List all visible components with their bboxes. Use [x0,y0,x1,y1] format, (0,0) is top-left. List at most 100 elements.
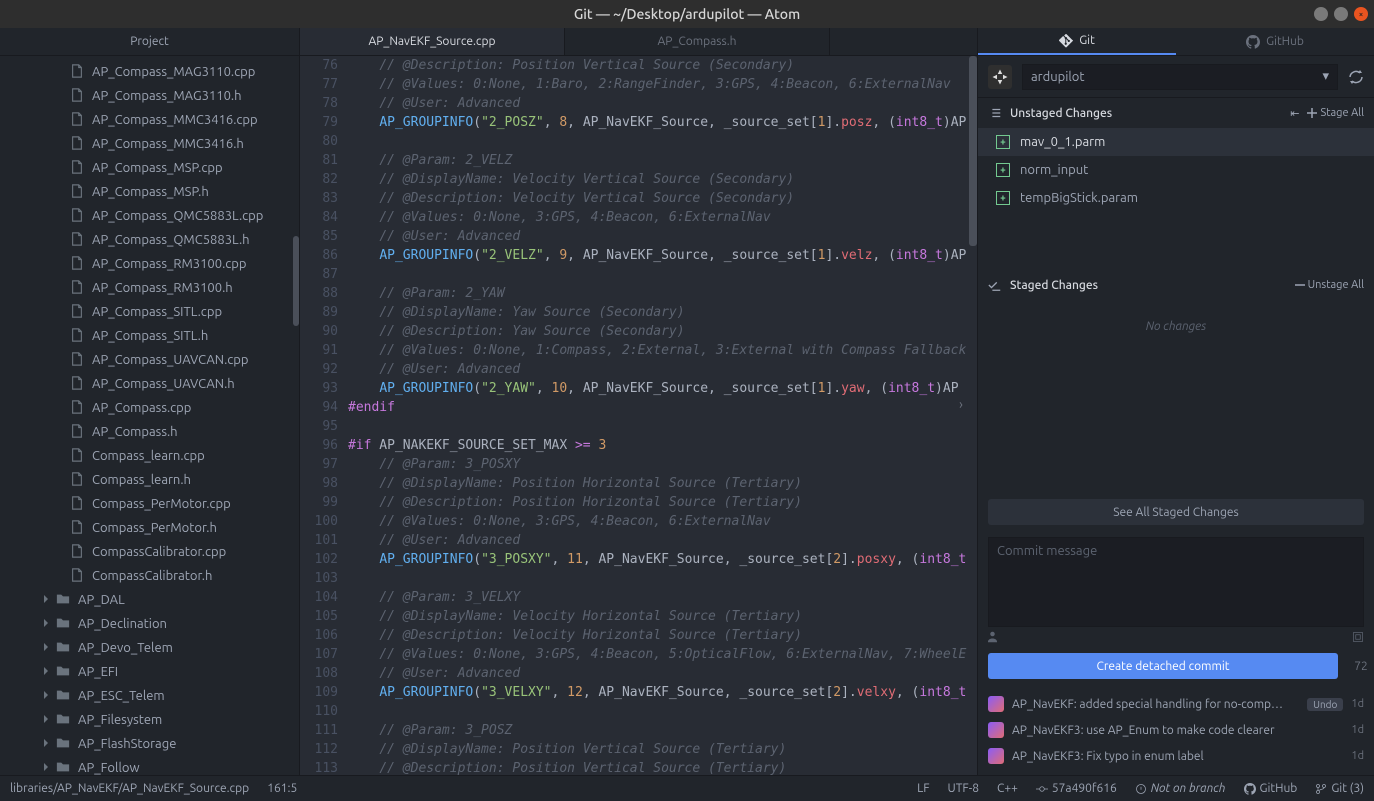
sb-branch[interactable]: Not on branch [1135,782,1226,795]
tree-file[interactable]: AP_Compass_UAVCAN.h [0,372,299,396]
recent-commit[interactable]: AP_NavEKF: added special handling for no… [978,691,1374,717]
file-icon [70,256,86,272]
folder-icon [56,736,72,752]
recent-commit[interactable]: AP_NavEKF3: use AP_Enum to make code cle… [978,717,1374,743]
collapse-icon[interactable]: ⇤ [1290,107,1299,120]
tree-folder[interactable]: AP_Devo_Telem [0,636,299,660]
unstaged-file[interactable]: +norm_input [978,156,1374,184]
create-commit-button[interactable]: Create detached commit [988,653,1338,679]
see-all-staged-button[interactable]: See All Staged Changes [988,499,1364,525]
tree-file[interactable]: Compass_PerMotor.cpp [0,492,299,516]
sb-eol[interactable]: LF [917,782,929,795]
tree-file[interactable]: AP_Compass_MAG3110.cpp [0,60,299,84]
no-changes-label: No changes [978,300,1374,493]
editor-scrollbar[interactable] [969,56,977,246]
sb-git[interactable]: Git (3) [1315,782,1364,795]
tree-file[interactable]: AP_Compass_MSP.h [0,180,299,204]
close-icon[interactable]: × [1354,7,1368,21]
minimize-icon[interactable] [1314,7,1328,21]
code[interactable]: // @Description: Position Vertical Sourc… [348,56,977,775]
recent-commits: AP_NavEKF: added special handling for no… [978,691,1374,769]
file-icon [70,568,86,584]
tree-file[interactable]: AP_Compass_UAVCAN.cpp [0,348,299,372]
unstaged-file[interactable]: +tempBigStick.param [978,184,1374,212]
chevron-down-icon: ▾ [1322,69,1329,84]
git-tabs: Git GitHub [978,28,1374,56]
commit-message-input[interactable]: Commit message [988,537,1364,627]
tree-file[interactable]: AP_Compass_MAG3110.h [0,84,299,108]
file-icon [70,280,86,296]
sb-encoding[interactable]: UTF-8 [948,782,979,795]
sb-cursor[interactable]: 161:5 [267,782,297,795]
tree-file[interactable]: Compass_PerMotor.h [0,516,299,540]
editor-pane: AP_NavEKF_Source.cppAP_Compass.h 76 77 7… [300,28,977,775]
tree-scrollbar[interactable] [293,236,299,326]
github-icon [1244,783,1256,795]
chevron-right-icon [42,715,52,725]
unstaged-file[interactable]: +mav_0_1.parm [978,128,1374,156]
tree-file[interactable]: CompassCalibrator.cpp [0,540,299,564]
tree-file[interactable]: Compass_learn.cpp [0,444,299,468]
sb-path[interactable]: libraries/AP_NavEKF/AP_NavEKF_Source.cpp [10,782,249,795]
tree-file[interactable]: AP_Compass.h [0,420,299,444]
tree-file[interactable]: AP_Compass_RM3100.h [0,276,299,300]
tree-folder[interactable]: AP_EFI [0,660,299,684]
tree-file[interactable]: Compass_learn.h [0,468,299,492]
tree-file[interactable]: AP_Compass_QMC5883L.h [0,228,299,252]
statusbar: libraries/AP_NavEKF/AP_NavEKF_Source.cpp… [0,775,1374,801]
tree-file[interactable]: AP_Compass_QMC5883L.cpp [0,204,299,228]
folder-icon [56,688,72,704]
tree-folder[interactable]: AP_FlashStorage [0,732,299,756]
tree-file[interactable]: AP_Compass_MMC3416.h [0,132,299,156]
chevron-right-icon [42,643,52,653]
code-area[interactable]: 76 77 78 79 80 81 82 83 84 85 86 87 88 8… [300,56,977,775]
file-icon [70,208,86,224]
tree-folder[interactable]: AP_Follow [0,756,299,775]
tab-git[interactable]: Git [978,28,1176,55]
git-icon [1315,783,1327,795]
maximize-icon[interactable] [1334,7,1348,21]
tree-folder[interactable]: AP_Filesystem [0,708,299,732]
github-icon [1246,35,1260,49]
stage-all-button[interactable]: Stage All [1307,107,1364,119]
tree-folder[interactable]: AP_ESC_Telem [0,684,299,708]
sb-commit[interactable]: 57a490f616 [1036,782,1117,795]
tree-file[interactable]: AP_Compass.cpp [0,396,299,420]
coauthor-icon[interactable] [988,631,1000,643]
tree-file[interactable]: AP_Compass_MMC3416.cpp [0,108,299,132]
folder-icon [56,760,72,775]
chevron-right-icon [42,619,52,629]
sb-lang[interactable]: C++ [997,782,1018,795]
expand-arrow-icon[interactable]: › [959,396,975,412]
unstage-all-button[interactable]: Unstage All [1295,279,1364,291]
folder-icon [56,616,72,632]
sync-icon[interactable] [1348,69,1364,85]
file-icon [70,496,86,512]
add-icon: + [996,191,1010,205]
tree-file[interactable]: AP_Compass_SITL.h [0,324,299,348]
tree-folder[interactable]: AP_DAL [0,588,299,612]
expand-icon[interactable] [1352,631,1364,643]
chevron-right-icon [42,667,52,677]
recent-commit[interactable]: AP_NavEKF3: Fix typo in enum label1d [978,743,1374,769]
sb-github[interactable]: GitHub [1244,782,1298,795]
tree-file[interactable]: AP_Compass_MSP.cpp [0,156,299,180]
unstaged-header: Unstaged Changes ⇤ Stage All [978,98,1374,128]
editor-tab[interactable]: AP_Compass.h [565,28,830,55]
gutter: 76 77 78 79 80 81 82 83 84 85 86 87 88 8… [300,56,348,775]
tree-folder[interactable]: AP_Declination [0,612,299,636]
tab-github[interactable]: GitHub [1176,28,1374,55]
branch-select[interactable]: ardupilot ▾ [1022,64,1338,90]
char-count: 72 [1348,660,1374,673]
unstaged-list: +mav_0_1.parm+norm_input+tempBigStick.pa… [978,128,1374,212]
file-icon [70,328,86,344]
window-controls: × [1314,7,1368,21]
list-icon [988,106,1002,120]
file-tree[interactable]: AP_Compass_MAG3110.cppAP_Compass_MAG3110… [0,56,299,775]
tree-file[interactable]: AP_Compass_SITL.cpp [0,300,299,324]
file-icon [70,352,86,368]
undo-button[interactable]: Undo [1307,698,1343,711]
tree-file[interactable]: CompassCalibrator.h [0,564,299,588]
tree-file[interactable]: AP_Compass_RM3100.cpp [0,252,299,276]
editor-tab[interactable]: AP_NavEKF_Source.cpp [300,28,565,55]
